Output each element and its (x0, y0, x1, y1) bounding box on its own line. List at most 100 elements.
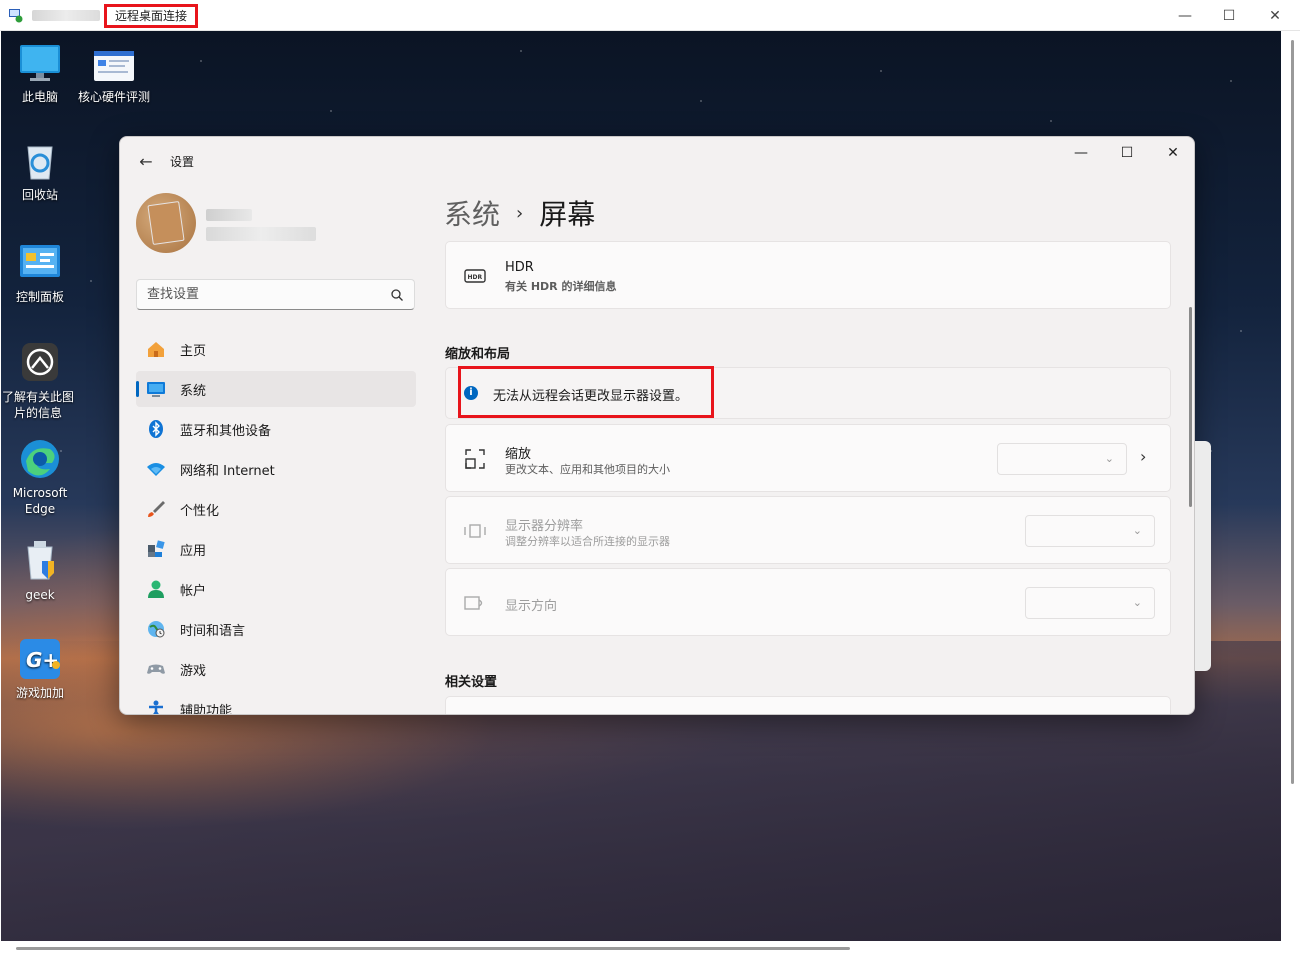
chevron-down-icon: ⌄ (1104, 452, 1114, 465)
desktop-icon-label: 了解有关此图片的信息 (1, 390, 74, 420)
settings-minimize-button[interactable]: — (1058, 137, 1104, 169)
desktop-icon-label: 回收站 (21, 188, 58, 202)
red-highlight-box (458, 366, 714, 418)
account-icon (148, 580, 164, 598)
monitor-icon (18, 41, 62, 85)
section-heading-related-settings: 相关设置 (445, 675, 498, 690)
desktop-icon-game-plus[interactable]: G+ 游戏加加 (1, 637, 79, 701)
section-heading-scale-layout: 缩放和布局 (445, 347, 511, 362)
chevron-down-icon: ⌄ (1132, 596, 1142, 609)
recycle-bin-icon (18, 139, 62, 183)
rdp-vertical-scrollbar[interactable] (1291, 40, 1294, 784)
nav-item-label: 系统 (180, 383, 207, 399)
home-icon (148, 342, 164, 357)
settings-scrollbar[interactable] (1189, 307, 1192, 507)
desktop-icon-edge[interactable]: Microsoft Edge (1, 437, 79, 517)
scale-subtitle: 更改文本、应用和其他项目的大小 (505, 463, 670, 476)
settings-close-button[interactable]: ✕ (1150, 137, 1194, 169)
rdp-titlebar: 远程桌面连接 — ☐ ✕ (0, 0, 1300, 31)
chevron-down-icon: ⌄ (1132, 524, 1142, 537)
desktop-icon-label: 此电脑 (21, 90, 58, 104)
chevron-right-icon[interactable]: › (1140, 447, 1146, 466)
network-icon (147, 463, 165, 476)
hdr-icon: HDR (464, 269, 486, 283)
search-input[interactable] (137, 280, 377, 309)
bluetooth-icon (149, 420, 163, 438)
desktop-icon-label: 核心硬件评测 (77, 90, 150, 104)
orientation-icon (464, 596, 483, 610)
apps-icon (148, 540, 165, 557)
nav-item-bluetooth[interactable]: 蓝牙和其他设备 (136, 411, 416, 447)
orientation-title: 显示方向 (505, 599, 558, 614)
rdp-close-button[interactable]: ✕ (1252, 0, 1298, 31)
hdr-title: HDR (505, 260, 534, 275)
nav-item-accounts[interactable]: 帐户 (136, 571, 416, 607)
nav-item-label: 个性化 (180, 503, 220, 519)
hdr-card[interactable]: HDR HDR 有关 HDR 的详细信息 (445, 241, 1171, 309)
settings-maximize-button[interactable]: ☐ (1104, 137, 1150, 169)
remote-desktop-icon (9, 9, 23, 23)
blurred-user-email (206, 227, 316, 241)
hdr-learn-more-link[interactable]: 有关 HDR 的详细信息 (505, 278, 616, 294)
nav-item-personalization[interactable]: 个性化 (136, 491, 416, 527)
desktop-icon-picture-info[interactable]: 了解有关此图片的信息 (1, 341, 79, 421)
user-avatar[interactable] (136, 193, 196, 253)
settings-app-title: 设置 (170, 155, 195, 169)
rdp-minimize-button[interactable]: — (1162, 0, 1208, 31)
game-plus-icon: G+ (18, 637, 62, 681)
scale-card[interactable]: 缩放 更改文本、应用和其他项目的大小 ⌄ › (445, 424, 1171, 492)
nav-item-apps[interactable]: 应用 (136, 531, 416, 567)
nav-item-label: 游戏 (180, 663, 207, 679)
orientation-dropdown: ⌄ (1025, 587, 1155, 619)
blurred-host-name (32, 10, 100, 21)
nav-item-home[interactable]: 主页 (136, 331, 416, 367)
desktop-icon-this-pc[interactable]: 此电脑 (1, 41, 79, 105)
nav-item-accessibility[interactable]: 辅助功能 (136, 691, 416, 715)
edge-icon (18, 437, 62, 481)
rdp-window-title: 远程桌面连接 (104, 4, 199, 28)
rdp-maximize-button[interactable]: ☐ (1206, 0, 1252, 31)
nav-item-label: 帐户 (180, 583, 207, 599)
breadcrumb: 系统 › 屏幕 (444, 193, 595, 233)
search-box (136, 279, 415, 310)
hdr-icon-text: HDR (468, 274, 483, 281)
desktop-icon-label: 游戏加加 (15, 686, 64, 700)
desktop-icon-recycle-bin[interactable]: 回收站 (1, 139, 79, 203)
nav-item-label: 网络和 Internet (180, 463, 275, 479)
desktop-icon-control-panel[interactable]: 控制面板 (1, 241, 79, 305)
system-icon (147, 382, 165, 397)
picture-info-icon (18, 341, 62, 385)
desktop-icon-hardware-test[interactable]: 核心硬件评测 (75, 41, 153, 105)
scale-icon (465, 449, 485, 469)
nav-item-label: 主页 (180, 343, 207, 359)
desktop-icon-label: geek (25, 588, 55, 602)
nav-item-gaming[interactable]: 游戏 (136, 651, 416, 687)
settings-window: ← 设置 — ☐ ✕ 主页 系统 蓝牙和其他设备 网络和 Internet 个性… (119, 136, 1195, 715)
search-icon[interactable] (390, 288, 404, 302)
desktop-icon-geek[interactable]: geek (1, 539, 79, 603)
time-language-icon (148, 621, 165, 638)
nav-item-label: 辅助功能 (180, 703, 233, 715)
gaming-icon (147, 664, 165, 674)
related-settings-card[interactable] (445, 696, 1171, 714)
breadcrumb-separator: › (516, 202, 524, 224)
resolution-subtitle: 调整分辨率以适合所连接的显示器 (505, 535, 670, 548)
scale-title: 缩放 (505, 447, 532, 462)
desktop-icon-label: 控制面板 (15, 290, 64, 304)
nav-item-label: 蓝牙和其他设备 (180, 423, 272, 439)
hardware-test-icon (92, 41, 136, 85)
nav-item-time-language[interactable]: 时间和语言 (136, 611, 416, 647)
page-title: 屏幕 (539, 198, 596, 231)
orientation-card: 显示方向 ⌄ (445, 568, 1171, 636)
nav-item-network[interactable]: 网络和 Internet (136, 451, 416, 487)
breadcrumb-parent[interactable]: 系统 (444, 193, 500, 233)
resolution-dropdown: ⌄ (1025, 515, 1155, 547)
control-panel-icon (18, 241, 62, 285)
back-button[interactable]: ← (134, 149, 158, 173)
rdp-horizontal-scrollbar[interactable] (16, 947, 850, 950)
nav-item-system[interactable]: 系统 (136, 371, 416, 407)
accessibility-icon (149, 700, 163, 714)
resolution-card: 显示器分辨率 调整分辨率以适合所连接的显示器 ⌄ (445, 496, 1171, 564)
desktop-icon-label: Microsoft Edge (12, 486, 68, 516)
scale-dropdown[interactable]: ⌄ (997, 443, 1127, 475)
